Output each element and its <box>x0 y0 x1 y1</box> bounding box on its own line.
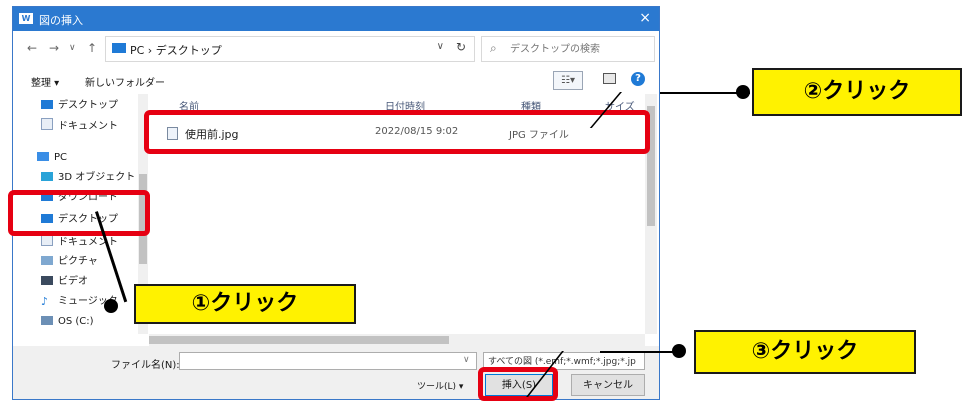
tools-menu[interactable]: ツール(L) ▾ <box>417 379 463 392</box>
new-folder-button[interactable]: 新しいフォルダー <box>85 74 165 89</box>
cube-icon <box>41 172 53 181</box>
back-arrow-icon[interactable]: ← <box>27 41 37 55</box>
close-icon[interactable]: × <box>639 10 651 26</box>
forward-arrow-icon[interactable]: → <box>49 41 59 55</box>
connector-dot-3 <box>672 344 686 358</box>
pc-icon <box>37 152 49 161</box>
dialog-footer: ファイル名(N): ∨ すべての図 (*.emf;*.wmf;*.jpg;*.j… <box>13 346 659 399</box>
search-box[interactable]: ⌕ <box>481 36 655 62</box>
title-bar: W 図の挿入 × <box>13 7 659 31</box>
word-app-icon: W <box>19 13 33 24</box>
nav-item-desktop-quick[interactable]: デスクトップ <box>41 98 118 114</box>
nav-item-pictures[interactable]: ピクチャ <box>41 254 98 270</box>
help-icon[interactable]: ? <box>631 72 645 86</box>
drive-icon <box>41 316 53 325</box>
address-bar: ← → ∨ ↑ PC › デスクトップ ∨ ↻ ⌕ <box>13 31 659 65</box>
highlight-desktop <box>8 190 150 236</box>
recent-dropdown-icon[interactable]: ∨ <box>69 43 76 53</box>
nav-item-3d-objects[interactable]: 3D オブジェクト <box>41 170 135 186</box>
desktop-icon <box>41 100 53 109</box>
hscroll-thumb[interactable] <box>149 336 449 344</box>
filename-dropdown-icon[interactable]: ∨ <box>463 355 470 365</box>
music-icon: ♪ <box>41 295 49 308</box>
nav-item-documents-quick[interactable]: ドキュメント <box>41 118 118 134</box>
refresh-icon[interactable]: ↻ <box>456 40 466 54</box>
filename-input[interactable] <box>179 352 477 370</box>
view-options-icon[interactable]: ☷▾ <box>553 71 583 90</box>
connector-dot-1 <box>104 299 118 313</box>
chevron-down-icon[interactable]: ∨ <box>437 41 444 52</box>
nav-item-pc[interactable]: PC <box>37 150 67 166</box>
window-title: 図の挿入 <box>39 14 83 27</box>
connector-3a <box>600 351 680 353</box>
up-arrow-icon[interactable]: ↑ <box>87 41 97 55</box>
video-icon <box>41 276 53 285</box>
pc-icon <box>112 43 126 53</box>
search-input[interactable] <box>508 40 652 58</box>
breadcrumb[interactable]: PC › デスクトップ <box>130 42 222 58</box>
callout-step-2: ②クリック <box>752 68 962 116</box>
preview-pane-icon[interactable] <box>603 73 616 84</box>
connector-dot-2 <box>736 85 750 99</box>
organize-menu[interactable]: 整理 ▾ <box>31 74 59 89</box>
callout-step-1: ①クリック <box>134 284 356 324</box>
document-icon <box>41 118 53 130</box>
path-box[interactable]: PC › デスクトップ ∨ ↻ <box>105 36 475 62</box>
command-toolbar: 整理 ▾ 新しいフォルダー ☷▾ ? <box>13 67 659 93</box>
nav-item-os-drive[interactable]: OS (C:) <box>41 314 94 330</box>
cancel-button[interactable]: キャンセル <box>571 374 645 396</box>
nav-item-videos[interactable]: ビデオ <box>41 274 88 290</box>
search-icon: ⌕ <box>490 41 497 55</box>
callout-step-3: ③クリック <box>694 330 916 374</box>
pictures-icon <box>41 256 53 265</box>
file-list-hscrollbar[interactable] <box>149 334 645 346</box>
highlight-file-row <box>144 110 650 154</box>
filename-label: ファイル名(N): <box>111 360 180 371</box>
